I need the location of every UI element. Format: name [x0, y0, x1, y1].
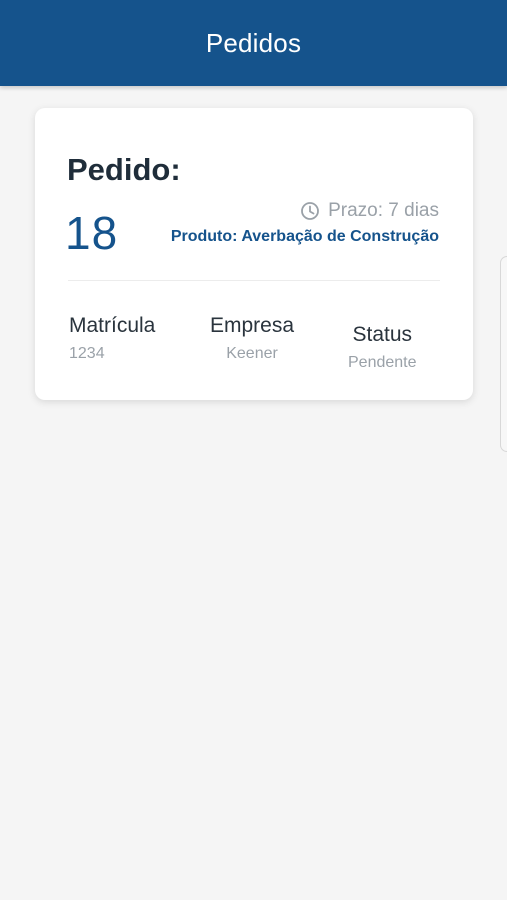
clock-icon: [300, 201, 320, 221]
deadline-info: Prazo: 7 dias: [300, 200, 439, 222]
divider: [68, 280, 440, 281]
empresa-label: Empresa: [210, 314, 295, 337]
order-heading: Pedido:: [67, 152, 181, 187]
order-card[interactable]: Pedido: 18 Prazo: 7 dias Produto: Averba…: [35, 108, 473, 400]
empresa-value: Keener: [226, 345, 278, 362]
matricula-section: Matrícula 1234: [69, 314, 155, 363]
status-label: Status: [352, 323, 413, 346]
product-text: Produto: Averbação de Construção: [170, 228, 439, 245]
app-bar: Pedidos: [0, 0, 507, 86]
deadline-text: Prazo: 7 dias: [328, 200, 439, 221]
side-drawer-handle[interactable]: [500, 256, 507, 452]
matricula-value: 1234: [69, 345, 105, 362]
status-value: Pendente: [348, 354, 417, 371]
matricula-label: Matrícula: [69, 314, 156, 337]
empresa-section: Empresa Keener: [210, 314, 294, 363]
status-section: Status Pendente: [348, 323, 417, 372]
page-title: Pedidos: [205, 27, 302, 58]
order-number: 18: [65, 207, 119, 259]
